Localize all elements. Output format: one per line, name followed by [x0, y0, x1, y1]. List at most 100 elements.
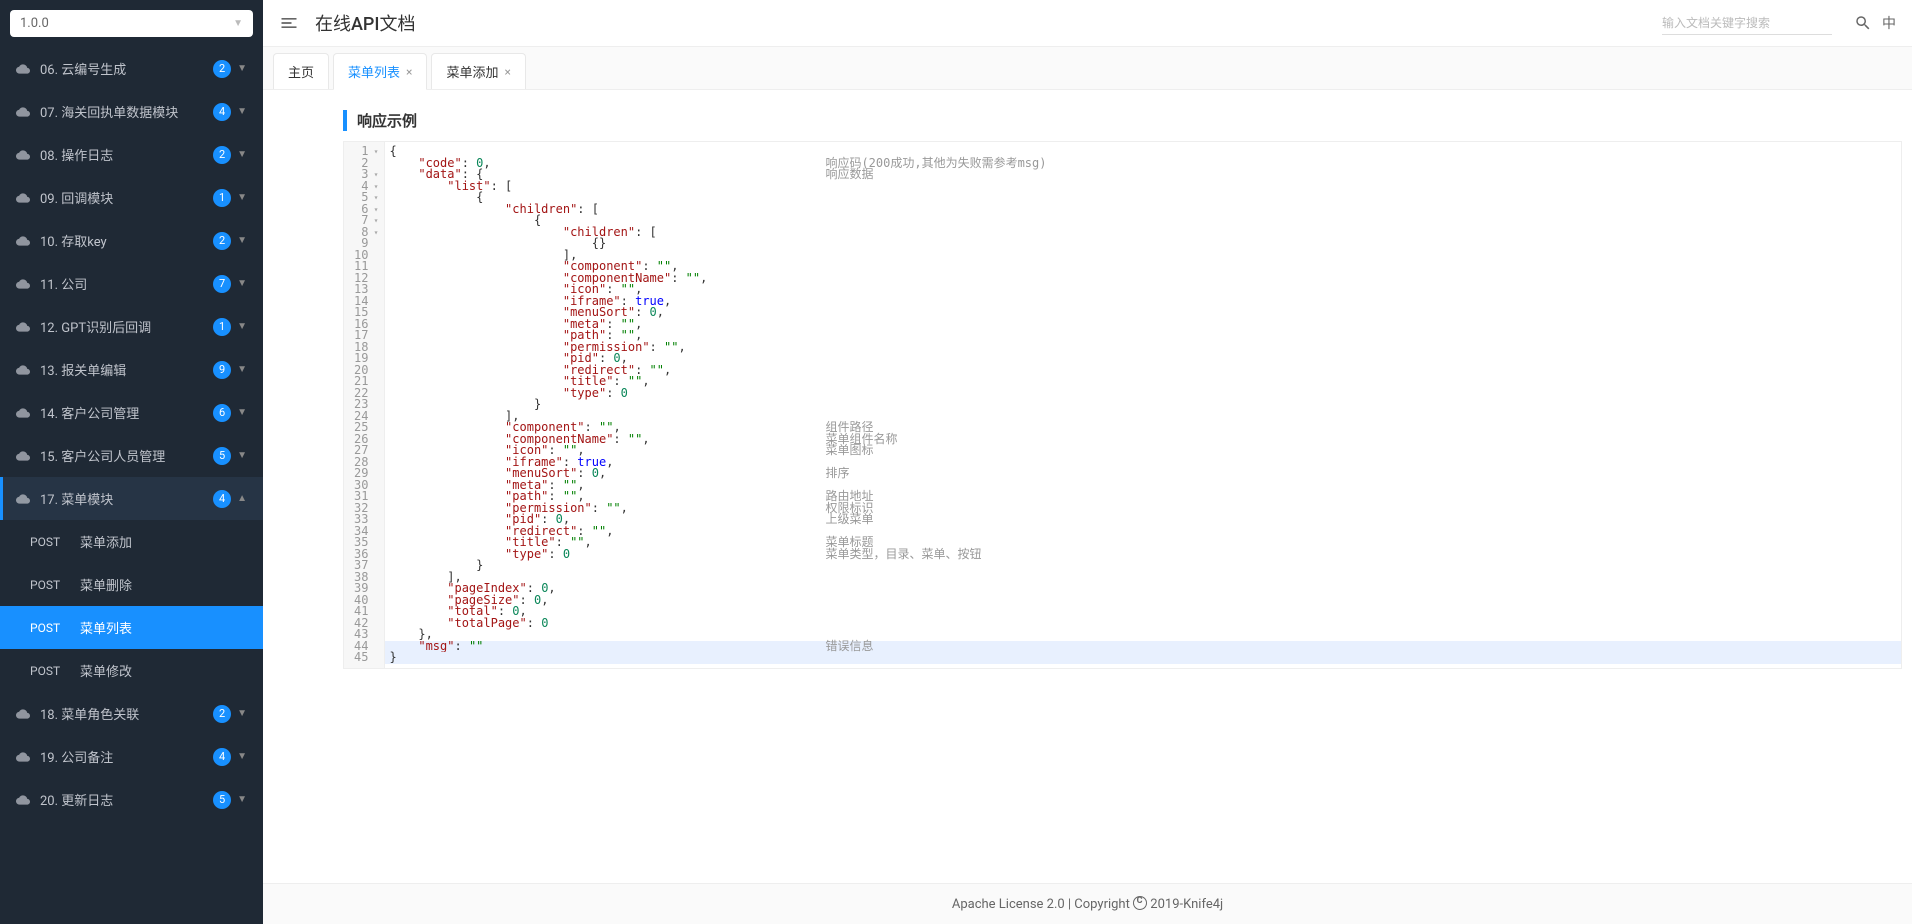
code-line: } [385, 399, 1901, 411]
code-line: "children": [ [385, 227, 1901, 239]
chevron-down-icon: ▼ [237, 450, 247, 461]
sidebar-item[interactable]: 08. 操作日志2 ▼ [0, 133, 263, 176]
fold-icon[interactable]: ▾ [370, 227, 378, 239]
sidebar-item-label: 09. 回调模块 [40, 188, 213, 207]
tab-label: 菜单列表 [348, 62, 400, 81]
code-line: {} [385, 238, 1901, 250]
code-line: }, [385, 629, 1901, 641]
sidebar-item[interactable]: 17. 菜单模块4▲ [0, 477, 263, 520]
badge: 4 [213, 103, 231, 121]
tabs: 主页菜单列表 × 菜单添加 × [263, 47, 1912, 90]
cloud-icon [16, 62, 30, 76]
sidebar-item-label: 10. 存取key [40, 231, 213, 250]
code-line: "redirect": "", [385, 526, 1901, 538]
footer-owner: 2019-Knife4j [1147, 897, 1223, 912]
code-line: "data": {响应数据 [385, 169, 1901, 181]
code-line: ], [385, 572, 1901, 584]
fold-icon[interactable]: ▾ [370, 215, 378, 227]
cloud-icon [16, 277, 30, 291]
close-icon[interactable]: × [504, 65, 510, 79]
code-annotation: 菜单图标 [825, 445, 873, 457]
code-body: { "code": 0,响应码(200成功,其他为失败需参考msg) "data… [385, 142, 1901, 668]
tab[interactable]: 主页 [273, 53, 329, 89]
language-button[interactable]: 中 [1882, 13, 1896, 33]
badge: 2 [213, 232, 231, 250]
close-icon[interactable]: × [406, 65, 412, 79]
badge: 1 [213, 318, 231, 336]
sidebar-item[interactable]: 19. 公司备注4▼ [0, 735, 263, 778]
search-input[interactable] [1662, 12, 1832, 35]
http-method: POST [30, 664, 80, 678]
badge: 2 [213, 146, 231, 164]
fold-icon[interactable]: ▾ [370, 192, 378, 204]
tab[interactable]: 菜单添加 × [431, 53, 525, 89]
cloud-icon [16, 148, 30, 162]
chevron-down-icon: ▼ [237, 794, 247, 805]
sidebar-item[interactable]: 14. 客户公司管理6 ▼ [0, 391, 263, 434]
sidebar-item[interactable]: 11. 公司7 ▼ [0, 262, 263, 305]
code-line: "list": [ [385, 181, 1901, 193]
fold-icon[interactable]: ▾ [370, 146, 378, 158]
chevron-down-icon: ▼ [237, 149, 247, 160]
cloud-icon [16, 750, 30, 764]
code-line: } [385, 652, 1901, 664]
code-editor[interactable]: 1▾23▾4▾5▾6▾7▾8▾9101112131415161718192021… [343, 141, 1902, 669]
badge: 9 [213, 361, 231, 379]
sidebar-item[interactable]: 15. 客户公司人员管理5▼ [0, 434, 263, 477]
sidebar-subitem[interactable]: POST菜单删除 [0, 563, 263, 606]
fold-icon[interactable]: ▾ [370, 181, 378, 193]
sidebar-item[interactable]: 10. 存取key2▼ [0, 219, 263, 262]
badge: 1 [213, 189, 231, 207]
chevron-down-icon: ▼ [237, 192, 247, 203]
sidebar-item[interactable]: 12. GPT识别后回调1▼ [0, 305, 263, 348]
sidebar-subitem[interactable]: POST菜单修改 [0, 649, 263, 692]
cloud-icon [16, 492, 30, 506]
footer-sep: | Copyright [1065, 897, 1133, 912]
tab[interactable]: 菜单列表 × [333, 53, 427, 90]
cloud-icon [16, 793, 30, 807]
code-annotation: 错误信息 [825, 641, 873, 653]
sidebar-item-label: 13. 报关单编辑 [40, 360, 213, 379]
code-line: "pageIndex": 0, [385, 583, 1901, 595]
chevron-down-icon: ▼ [237, 407, 247, 418]
sidebar-item-label: 14. 客户公司管理 [40, 403, 213, 422]
header: 在线API文档 中 [263, 0, 1912, 47]
cloud-icon [16, 234, 30, 248]
chevron-down-icon: ▼ [237, 278, 247, 289]
sidebar-item-label: 07. 海关回执单数据模块 [40, 102, 213, 121]
sidebar-item[interactable]: 18. 菜单角色关联2 ▼ [0, 692, 263, 735]
cloud-icon [16, 406, 30, 420]
sidebar-item-label: 11. 公司 [40, 274, 213, 293]
version-select[interactable]: 1.0.0 ▼ [10, 10, 253, 37]
code-line: "totalPage": 0 [385, 618, 1901, 630]
tab-label: 菜单添加 [446, 62, 498, 81]
code-line: "pageSize": 0, [385, 595, 1901, 607]
sidebar-item[interactable]: 07. 海关回执单数据模块4▼ [0, 90, 263, 133]
sidebar-item-label: 17. 菜单模块 [40, 489, 213, 508]
code-annotation: 上级菜单 [825, 514, 873, 526]
badge: 6 [213, 404, 231, 422]
code-line: { [385, 192, 1901, 204]
badge: 2 [213, 705, 231, 723]
fold-icon[interactable]: ▾ [370, 169, 378, 181]
badge: 7 [213, 275, 231, 293]
subitem-label: 菜单删除 [80, 575, 132, 594]
search-icon[interactable] [1854, 14, 1872, 32]
badge: 5 [213, 791, 231, 809]
section-title: 响应示例 [343, 110, 1902, 131]
fold-icon[interactable]: ▾ [370, 204, 378, 216]
sidebar-item[interactable]: 20. 更新日志5▼ [0, 778, 263, 821]
sidebar-item-label: 18. 菜单角色关联 [40, 704, 213, 723]
subitem-label: 菜单添加 [80, 532, 132, 551]
sidebar-item[interactable]: 06. 云编号生成2▼ [0, 47, 263, 90]
sidebar-item[interactable]: 09. 回调模块1 ▼ [0, 176, 263, 219]
sidebar-item-label: 08. 操作日志 [40, 145, 213, 164]
sidebar-subitem[interactable]: POST菜单添加 [0, 520, 263, 563]
chevron-down-icon: ▼ [237, 708, 247, 719]
footer: Apache License 2.0 | Copyright 2019-Knif… [263, 883, 1912, 924]
sidebar-subitem[interactable]: POST菜单列表 [0, 606, 263, 649]
code-annotation: 响应数据 [825, 169, 873, 181]
collapse-icon[interactable] [279, 13, 299, 33]
sidebar-item[interactable]: 13. 报关单编辑9▼ [0, 348, 263, 391]
badge: 2 [213, 60, 231, 78]
